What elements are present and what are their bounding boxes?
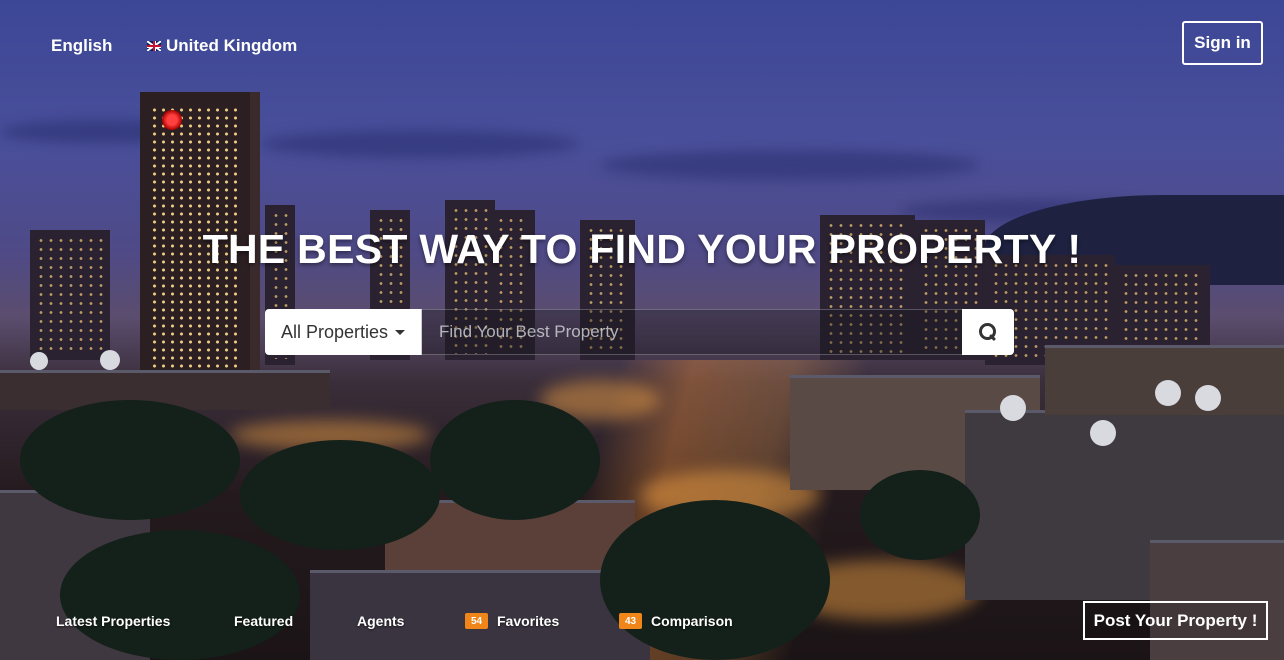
uk-flag-icon [147,41,161,51]
nav-latest-properties[interactable]: Latest Properties [56,613,170,629]
sign-in-button[interactable]: Sign in [1182,21,1263,65]
search-icon [979,323,997,341]
nav-agents[interactable]: Agents [357,613,404,629]
favorites-count-badge: 54 [465,613,488,629]
property-category-dropdown[interactable]: All Properties [265,309,422,355]
nav-favorites[interactable]: 54 Favorites [465,613,559,629]
nav-label: Latest Properties [56,613,171,629]
post-property-button[interactable]: Post Your Property ! [1083,601,1268,640]
search-button[interactable] [962,309,1014,355]
nav-comparison[interactable]: 43 Comparison [619,613,733,629]
caret-down-icon [395,329,406,335]
country-label: United Kingdom [166,36,298,55]
language-selector[interactable]: English [51,36,112,56]
category-selected-label: All Properties [280,321,389,342]
nav-featured[interactable]: Featured [234,613,293,629]
nav-label: Favorites [497,613,560,629]
nav-label: Featured [234,613,294,629]
property-search-bar: All Properties [265,309,1014,355]
hero-title: THE BEST WAY TO FIND YOUR PROPERTY ! [202,226,1082,272]
nav-label: Comparison [651,613,733,629]
nav-label: Agents [357,613,405,629]
comparison-count-badge: 43 [619,613,642,629]
country-selector[interactable]: United Kingdom [147,36,297,56]
property-search-input[interactable] [422,309,962,355]
